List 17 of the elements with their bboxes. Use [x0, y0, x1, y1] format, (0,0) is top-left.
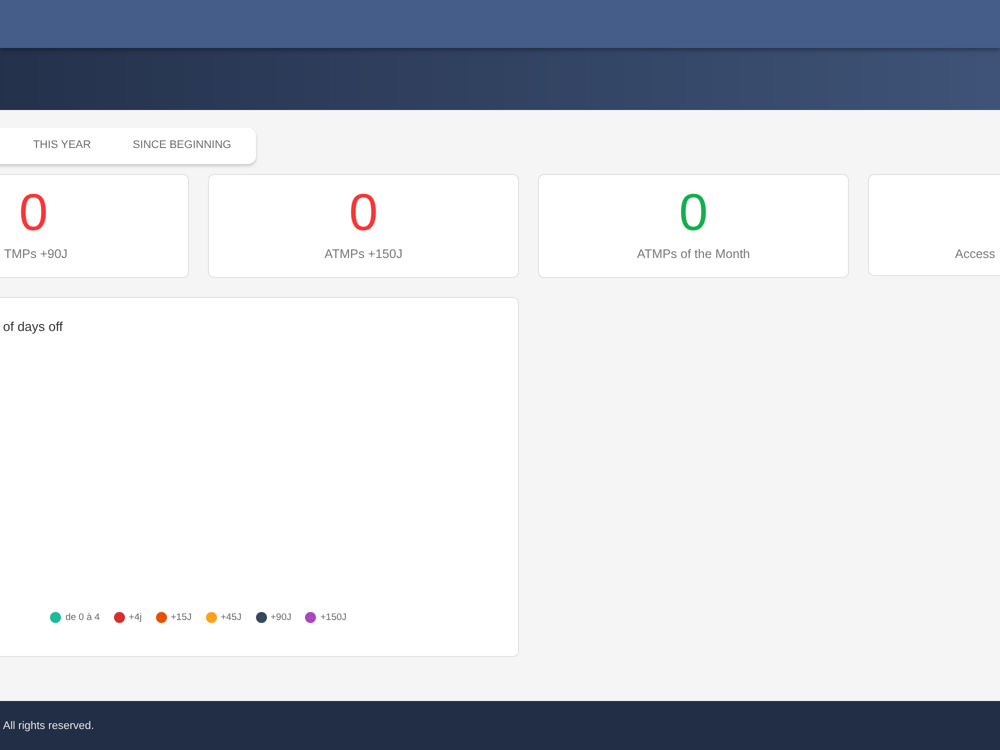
stat-value: 0: [679, 187, 708, 239]
legend-label[interactable]: +45J: [220, 612, 242, 623]
legend-label[interactable]: +90J: [270, 612, 292, 623]
stat-label: ATMPs +150J: [324, 247, 402, 261]
legend-label[interactable]: de 0 à 4: [65, 612, 100, 623]
stat-value: 0: [349, 187, 378, 239]
stat-value: 0: [19, 187, 48, 239]
stat-label: TMPs +90J: [4, 247, 68, 261]
tab[interactable]: SINCE BEGINNING: [122, 128, 242, 164]
legend-label[interactable]: +150J: [320, 612, 347, 623]
legend-label[interactable]: +4j: [128, 612, 142, 623]
stat-label: Access: [955, 247, 996, 261]
legend-label[interactable]: +15J: [170, 612, 192, 623]
chart-title: of days off: [3, 319, 63, 334]
copyright-text: All rights reserved.: [3, 720, 94, 732]
tab[interactable]: THIS YEAR: [2, 128, 122, 164]
stat-label: ATMPs of the Month: [636, 247, 750, 261]
